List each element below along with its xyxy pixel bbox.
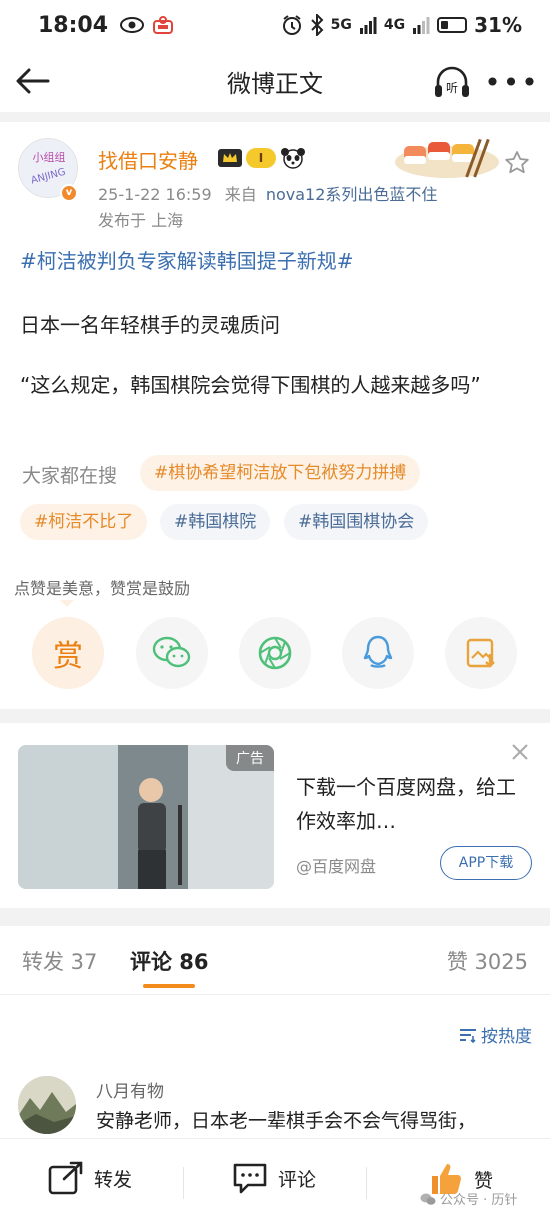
- close-icon[interactable]: [508, 740, 532, 764]
- tab-repost[interactable]: 转发 37: [22, 946, 97, 976]
- svg-text:听: 听: [446, 81, 458, 95]
- vip-level-badge: I: [246, 148, 276, 168]
- repost-button[interactable]: 转发: [48, 1161, 132, 1195]
- save-image-button[interactable]: [445, 617, 517, 689]
- app-download-button[interactable]: APP下载: [440, 846, 532, 880]
- section-divider: [0, 908, 550, 926]
- author-name[interactable]: 找借口安静: [98, 145, 198, 174]
- moments-aperture-icon: [258, 636, 292, 670]
- source-prefix: 来自: [224, 185, 257, 204]
- commenter-avatar[interactable]: [18, 1076, 76, 1134]
- favorite-star-icon[interactable]: [504, 150, 530, 176]
- post-meta: 25-1-22 16:59 来自 nova12系列出色蓝不住: [98, 181, 437, 205]
- share-wechat-button[interactable]: [136, 617, 208, 689]
- search-chip[interactable]: #韩国棋院: [160, 504, 271, 540]
- active-tab-indicator: [143, 984, 195, 988]
- search-chip[interactable]: #棋协希望柯洁放下包袱努力拼搏: [140, 455, 421, 491]
- share-moments-button[interactable]: [239, 617, 311, 689]
- reward-button[interactable]: 赏: [32, 617, 104, 689]
- alarm-icon: [282, 15, 301, 35]
- app-notification-icon: [153, 16, 174, 34]
- watermark-text: 公众号 · 历针: [440, 1193, 518, 1208]
- commenter-name[interactable]: 八月有物: [96, 1077, 164, 1102]
- network-4g-label: 4G: [383, 17, 406, 33]
- ad-source: @百度网盘: [296, 857, 377, 876]
- sort-label: 按热度: [481, 1027, 532, 1047]
- bluetooth-icon: [310, 14, 324, 36]
- post-source[interactable]: nova12系列出色蓝不住: [266, 185, 438, 204]
- back-arrow-icon[interactable]: [14, 62, 52, 100]
- comment-label: 评论: [278, 1168, 317, 1191]
- reward-label: 赏: [53, 639, 83, 674]
- status-time: 18:04: [38, 12, 109, 38]
- tabs-divider: [0, 994, 550, 995]
- post-date: 25-1-22 16:59: [98, 185, 212, 204]
- more-options-icon[interactable]: •••: [484, 64, 538, 100]
- signal-icon-2: [413, 17, 430, 34]
- reward-tip-caret: [60, 600, 74, 607]
- signal-icon: [359, 17, 377, 34]
- topic-hashtag[interactable]: #柯洁被判负专家解读韩国提子新规#: [20, 245, 354, 274]
- watermark: 公众号 · 历针: [420, 1189, 517, 1208]
- section-divider: [0, 709, 550, 723]
- verified-badge-icon: v: [60, 184, 78, 202]
- ad-title[interactable]: 下载一个百度网盘，给工作效率加…: [296, 770, 522, 838]
- sushi-decoration-icon: [395, 138, 499, 178]
- reward-tip: 点赞是美意，赞赏是鼓励: [14, 579, 191, 598]
- avatar-text-top: 小组组: [33, 150, 66, 164]
- section-divider: [0, 112, 550, 122]
- ad-image[interactable]: 广告: [18, 745, 274, 889]
- wechat-icon: [152, 636, 191, 668]
- status-bar: 18:04 5G 4G 31%: [0, 0, 550, 50]
- panda-icon: [281, 148, 305, 169]
- comment-button[interactable]: 评论: [232, 1161, 316, 1195]
- network-5g-label: 5G: [330, 17, 352, 33]
- sort-by-hot-button[interactable]: 按热度: [459, 1022, 532, 1047]
- comment-icon: [233, 1163, 267, 1194]
- vip-crown-icon: [218, 149, 242, 167]
- bottom-action-bar: 转发 评论 赞 公众号 · 历针: [0, 1138, 550, 1222]
- sort-icon: [460, 1028, 476, 1043]
- tab-comments[interactable]: 评论 86: [130, 946, 209, 976]
- post-paragraph-1: 日本一名年轻棋手的灵魂质问: [20, 313, 280, 337]
- tab-likes[interactable]: 赞 3025: [447, 946, 528, 976]
- share-qq-button[interactable]: [342, 617, 414, 689]
- repost-icon: [48, 1161, 83, 1195]
- search-section-label: 大家都在搜: [22, 465, 118, 487]
- nav-bar: 微博正文 听 •••: [0, 50, 550, 112]
- eye-icon: [120, 17, 145, 33]
- wechat-official-account-icon: [420, 1193, 436, 1205]
- repost-label: 转发: [94, 1168, 133, 1191]
- qq-icon: [363, 635, 393, 668]
- comment-text: 安静老师，日本老一辈棋手会不会气得骂街，: [96, 1110, 477, 1132]
- image-download-icon: [466, 638, 495, 668]
- post-paragraph-2: “这么规定，韩国棋院会觉得下围棋的人越来越多吗”: [20, 373, 481, 397]
- battery-icon: [437, 17, 468, 33]
- search-chip[interactable]: #韩国围棋协会: [284, 504, 429, 540]
- ad-label: 广告: [226, 745, 274, 771]
- listen-headphones-icon[interactable]: 听: [432, 62, 472, 102]
- search-chip[interactable]: #柯洁不比了: [20, 504, 148, 540]
- battery-percent: 31%: [474, 13, 522, 37]
- post-location: 发布于 上海: [98, 211, 184, 230]
